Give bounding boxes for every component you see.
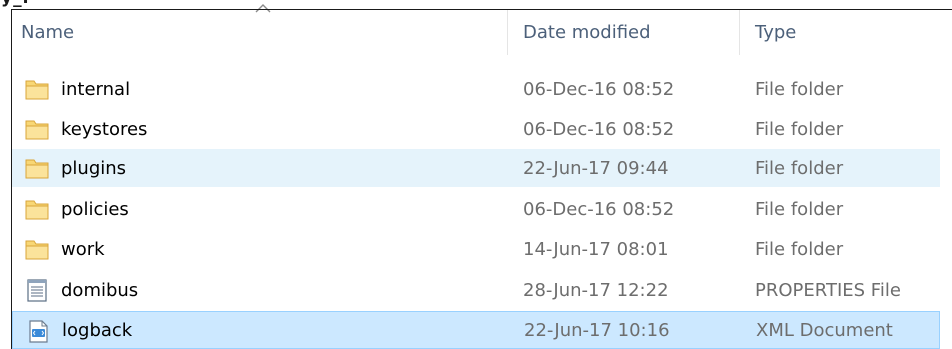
column-header-date-label: Date modified [523, 21, 651, 43]
file-type: File folder [755, 157, 844, 179]
file-name: internal [61, 78, 131, 100]
file-name: keystores [61, 118, 148, 140]
file-type: PROPERTIES File [755, 279, 901, 301]
window-frame-top [11, 9, 952, 10]
file-date-modified: 22-Jun-17 10:16 [524, 319, 670, 341]
file-name: logback [62, 319, 133, 341]
file-date-modified: 22-Jun-17 09:44 [523, 157, 669, 179]
file-date-modified: 06-Dec-16 08:52 [523, 78, 675, 100]
column-header-type-label: Type [755, 21, 797, 43]
file-date-modified: 14-Jun-17 08:01 [523, 238, 669, 260]
column-header-name-label: Name [21, 21, 75, 43]
column-header-date-modified[interactable]: Date modified [523, 9, 739, 55]
column-divider[interactable] [507, 9, 508, 55]
list-item[interactable]: policies 06-Dec-16 08:52 File folder [12, 190, 940, 228]
file-type: File folder [755, 198, 844, 220]
file-name: plugins [61, 157, 127, 179]
xml-file-icon [29, 320, 48, 343]
file-type: File folder [755, 238, 844, 260]
column-header-name[interactable]: Name [21, 9, 506, 55]
list-item[interactable]: internal 06-Dec-16 08:52 File folder [12, 70, 940, 108]
clipped-path-text: y_r [1, 0, 32, 7]
file-date-modified: 06-Dec-16 08:52 [523, 118, 675, 140]
file-name: domibus [61, 279, 139, 301]
file-explorer: y_r Name Date modified Type internal 06-… [0, 0, 952, 349]
file-date-modified: 28-Jun-17 12:22 [523, 279, 669, 301]
folder-icon [25, 159, 49, 179]
clipped-path-strip: y_r [0, 0, 952, 7]
list-item[interactable]: plugins 22-Jun-17 09:44 File folder [12, 149, 940, 187]
file-type: File folder [755, 118, 844, 140]
column-header-type[interactable]: Type [755, 9, 945, 55]
list-item[interactable]: logback 22-Jun-17 10:16 XML Document [12, 311, 940, 349]
list-item[interactable]: domibus 28-Jun-17 12:22 PROPERTIES File [12, 271, 940, 309]
file-type: File folder [755, 78, 844, 100]
file-name: policies [61, 198, 129, 220]
list-item[interactable]: keystores 06-Dec-16 08:52 File folder [12, 110, 940, 148]
column-header-bar: Name Date modified Type [0, 9, 952, 55]
folder-icon [25, 200, 49, 220]
file-type: XML Document [756, 319, 893, 341]
column-divider[interactable] [739, 9, 740, 55]
folder-icon [25, 80, 49, 100]
file-date-modified: 06-Dec-16 08:52 [523, 198, 675, 220]
list-item[interactable]: work 14-Jun-17 08:01 File folder [12, 230, 940, 268]
file-name: work [61, 238, 105, 260]
text-file-icon [27, 279, 47, 302]
folder-icon [25, 240, 49, 260]
folder-icon [25, 120, 49, 140]
